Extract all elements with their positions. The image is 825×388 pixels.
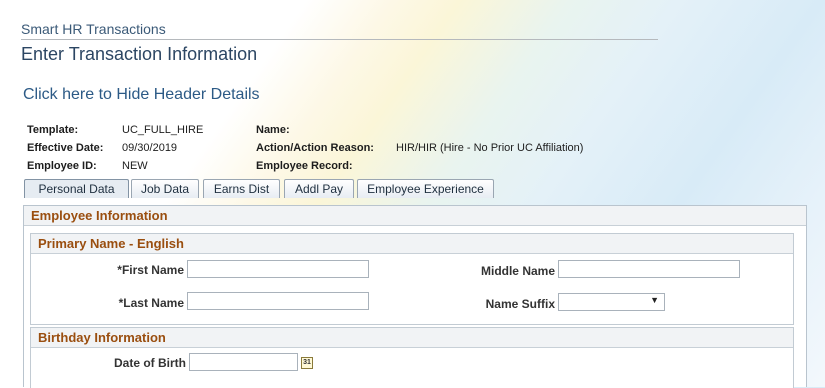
action-reason-value: HIR/HIR (Hire - No Prior UC Affiliation) xyxy=(396,142,584,154)
effective-date-value: 09/30/2019 xyxy=(122,142,178,154)
name-label: Name: xyxy=(256,124,290,136)
employee-id-value: NEW xyxy=(122,160,148,172)
employee-id-label: Employee ID: xyxy=(27,160,97,172)
employee-information-title: Employee Information xyxy=(24,206,806,226)
action-reason-label: Action/Action Reason: xyxy=(256,142,374,154)
tab-earns-dist[interactable]: Earns Dist xyxy=(203,179,280,198)
page-title: Enter Transaction Information xyxy=(21,44,258,64)
tab-employee-experience[interactable]: Employee Experience xyxy=(357,179,494,198)
hide-header-details-link[interactable]: Click here to Hide Header Details xyxy=(23,86,260,104)
tab-job-data[interactable]: Job Data xyxy=(131,179,199,198)
first-name-input[interactable] xyxy=(187,260,369,278)
title-divider xyxy=(21,39,658,40)
name-suffix-label: Name Suffix xyxy=(485,297,555,311)
employee-record-label: Employee Record: xyxy=(256,160,353,172)
template-value: UC_FULL_HIRE xyxy=(122,124,204,136)
tab-addl-pay[interactable]: Addl Pay xyxy=(284,179,354,198)
middle-name-input[interactable] xyxy=(558,260,740,278)
employee-information-panel: Employee Information Primary Name - Engl… xyxy=(23,205,807,388)
birthday-section: Birthday Information Date of Birth 31 xyxy=(30,327,794,388)
breadcrumb: Smart HR Transactions xyxy=(21,21,166,37)
primary-name-section: Primary Name - English *First Name Middl… xyxy=(30,233,794,325)
date-of-birth-label: Date of Birth xyxy=(114,356,186,370)
primary-name-title: Primary Name - English xyxy=(31,234,793,254)
middle-name-label: Middle Name xyxy=(480,264,555,278)
chevron-down-icon: ▼ xyxy=(650,295,659,305)
date-of-birth-input[interactable] xyxy=(189,353,298,371)
last-name-input[interactable] xyxy=(187,292,369,310)
birthday-information-title: Birthday Information xyxy=(31,328,793,348)
name-suffix-select[interactable]: ▼ xyxy=(558,293,665,311)
template-label: Template: xyxy=(27,124,79,136)
calendar-icon[interactable]: 31 xyxy=(301,357,313,369)
tab-personal-data[interactable]: Personal Data xyxy=(24,179,129,198)
last-name-label: *Last Name xyxy=(118,296,184,310)
effective-date-label: Effective Date: xyxy=(27,142,104,154)
first-name-label: *First Name xyxy=(117,263,184,277)
